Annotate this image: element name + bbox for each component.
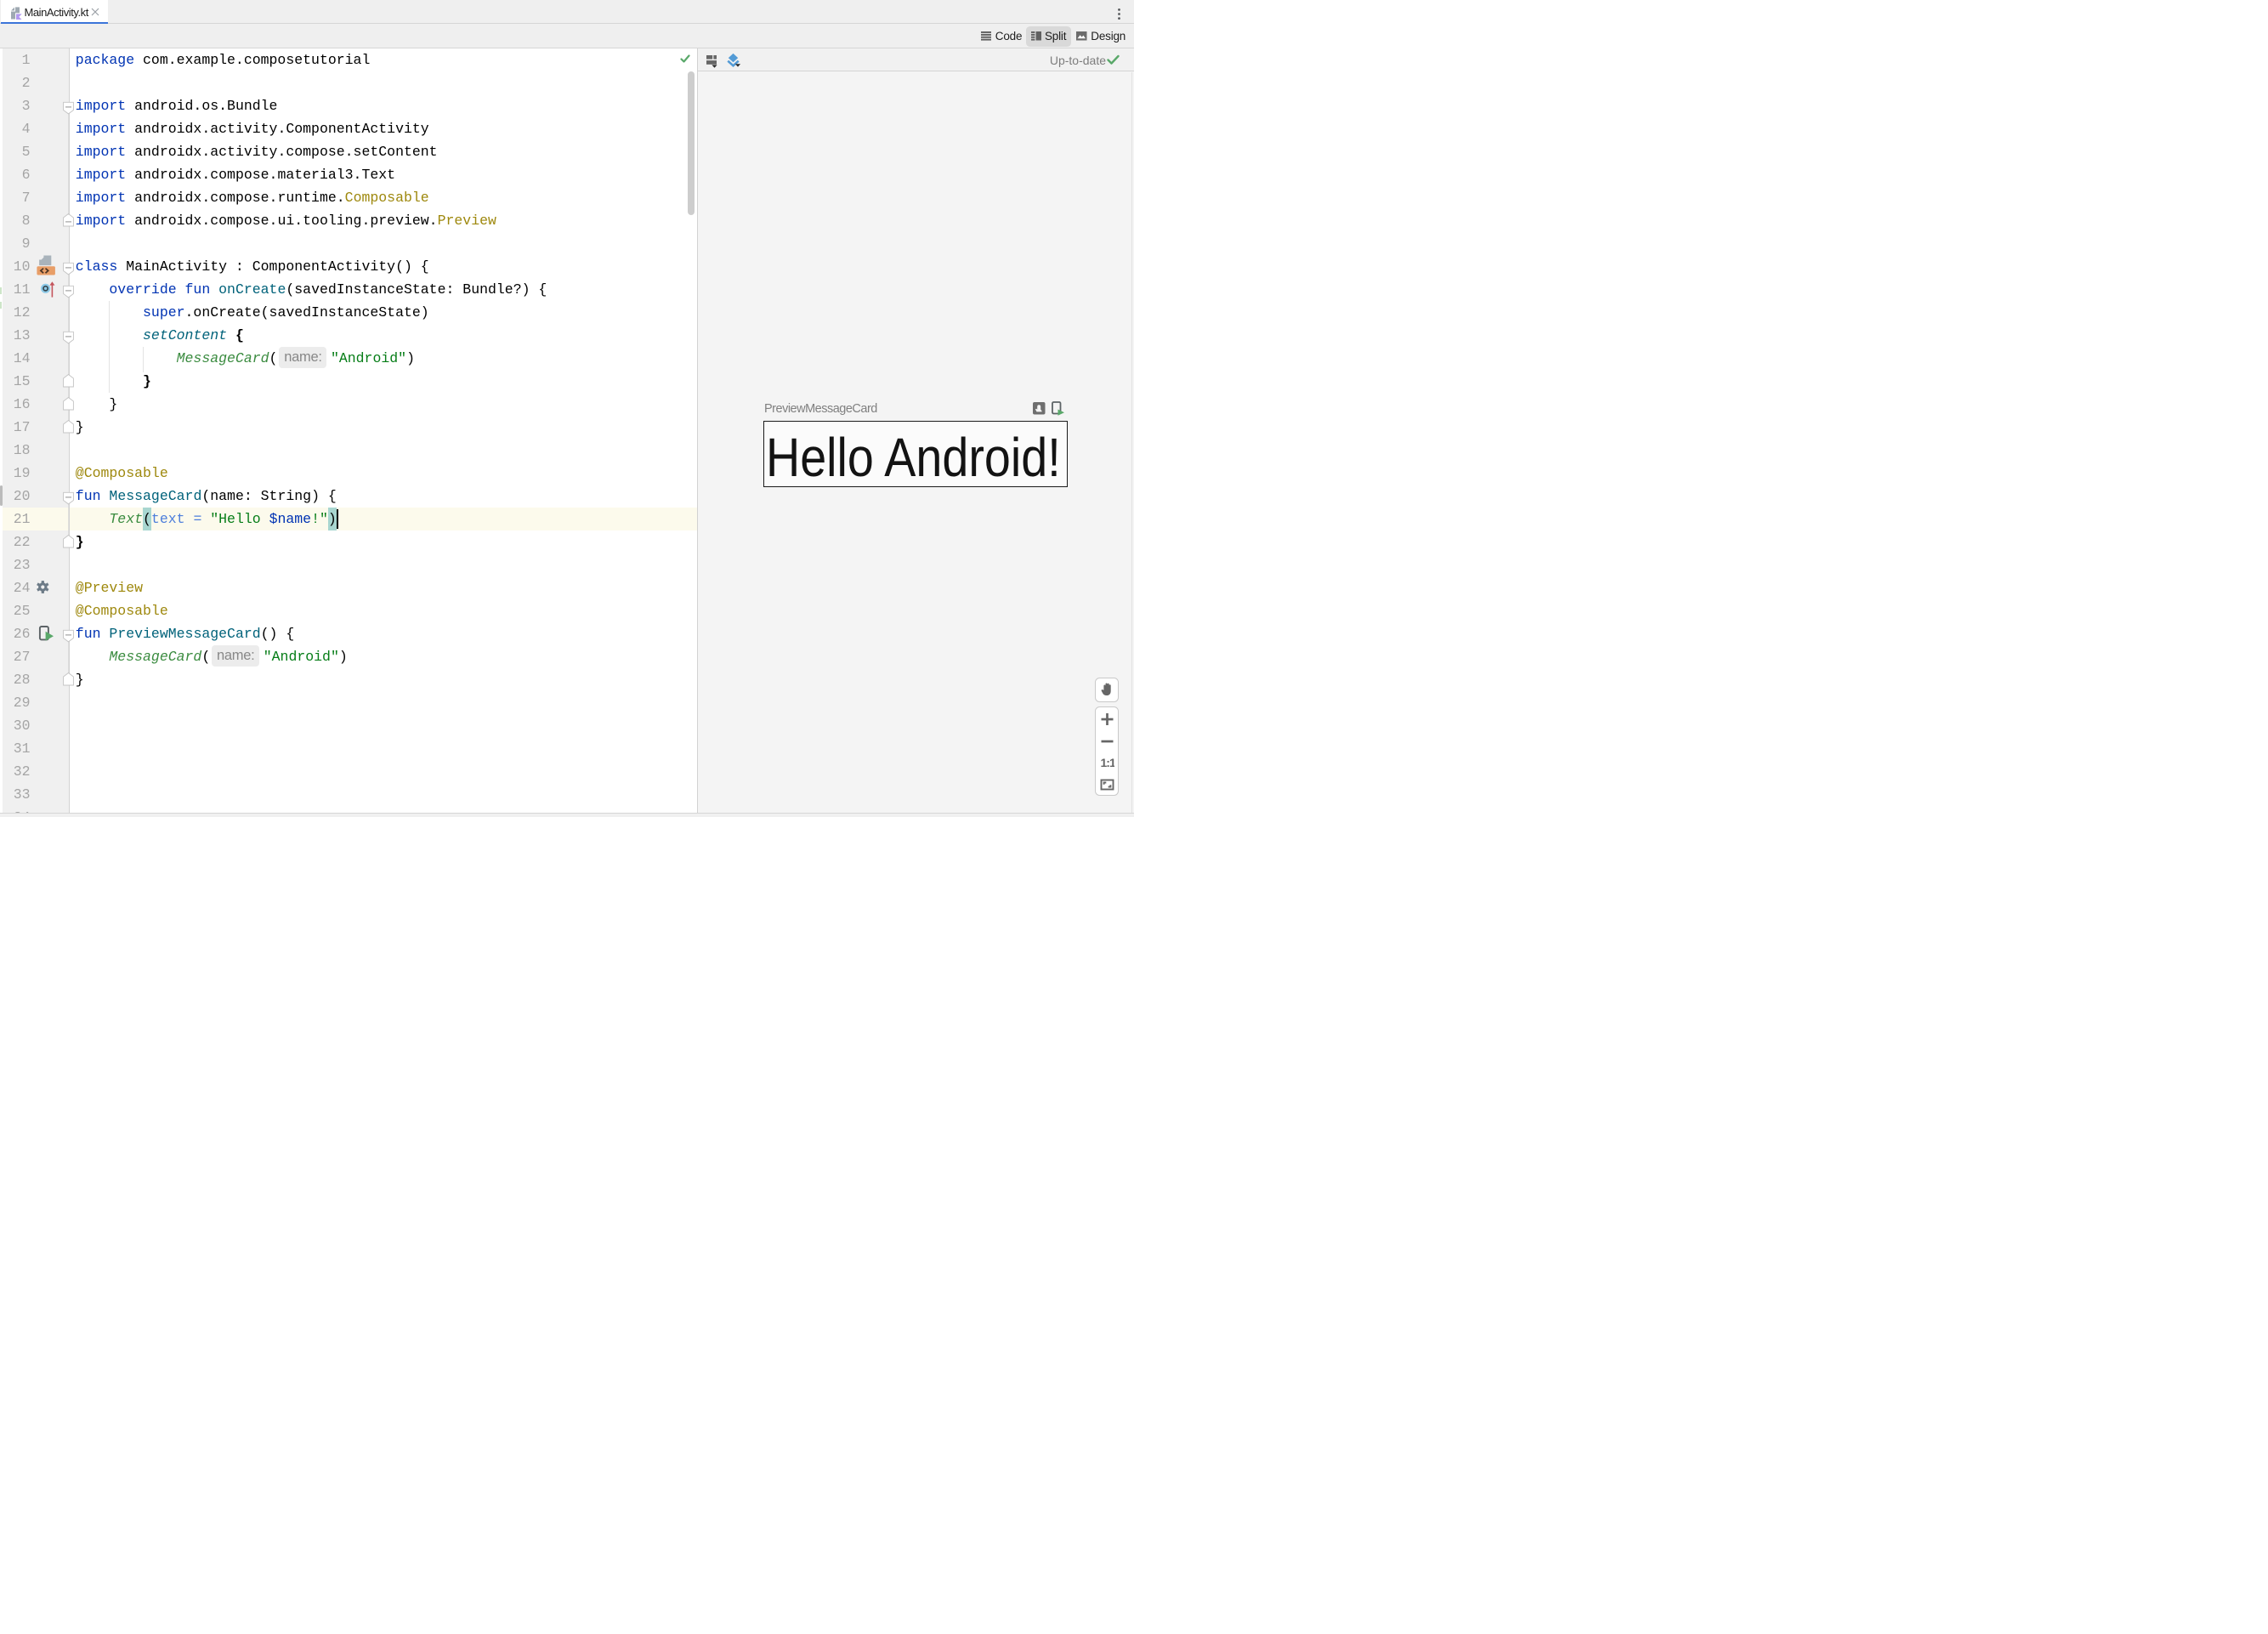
svg-text:1:1: 1:1 [1101, 756, 1115, 769]
